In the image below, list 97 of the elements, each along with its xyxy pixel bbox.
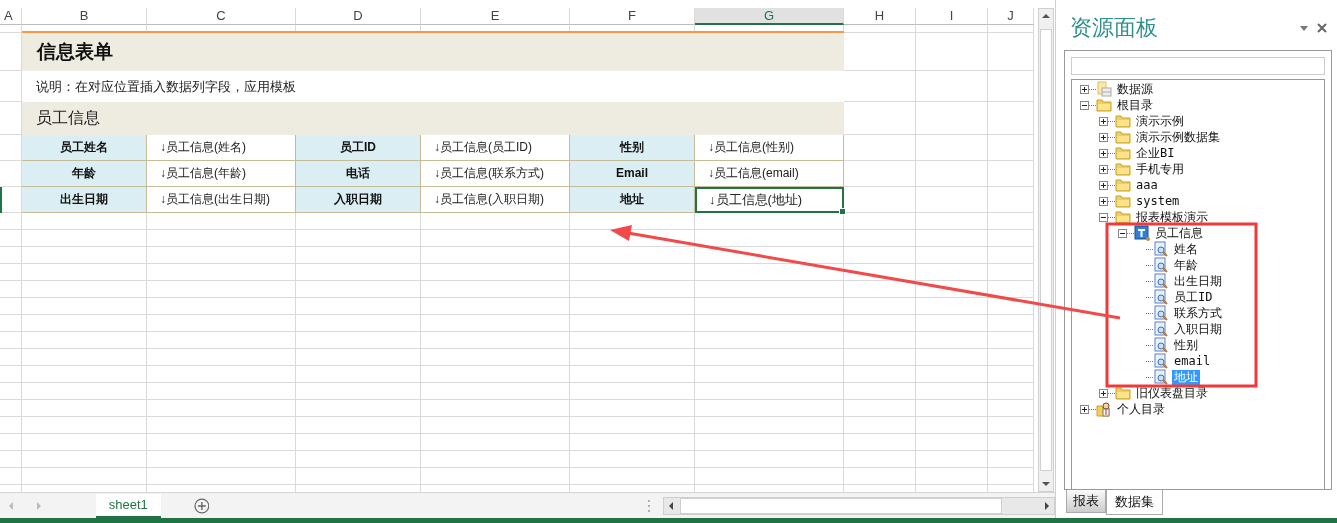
tree-item[interactable]: aaa: [1134, 177, 1160, 193]
folder-icon: [1096, 98, 1112, 112]
field-icon: [1153, 241, 1169, 257]
tree-item[interactable]: 个人目录: [1115, 401, 1167, 417]
horizontal-scrollbar[interactable]: [663, 496, 1055, 515]
column-header[interactable]: H: [844, 8, 916, 25]
tree-item[interactable]: system: [1134, 193, 1182, 209]
expander-icon[interactable]: [1099, 180, 1108, 190]
add-sheet-icon[interactable]: [193, 497, 210, 514]
field-label: 性别: [570, 135, 695, 161]
tree-item[interactable]: 员工ID: [1172, 289, 1215, 305]
panel-tab[interactable]: 报表: [1066, 490, 1106, 513]
field-label: 入职日期: [296, 187, 421, 213]
expander-icon[interactable]: [1099, 212, 1108, 222]
expander-icon[interactable]: [1099, 164, 1108, 174]
expander-icon[interactable]: [1099, 388, 1108, 398]
tree-item[interactable]: 根目录: [1115, 97, 1155, 113]
field-icon: [1153, 321, 1169, 337]
folder-icon: [1115, 386, 1131, 400]
tree-item[interactable]: 姓名: [1172, 241, 1200, 257]
tree-item[interactable]: 手机专用: [1134, 161, 1186, 177]
folder-icon: [1115, 162, 1131, 176]
tree-item[interactable]: 年龄: [1172, 257, 1200, 273]
tree-item[interactable]: 入职日期: [1172, 321, 1224, 337]
expander-icon[interactable]: [1099, 148, 1108, 158]
column-header[interactable]: E: [421, 8, 570, 25]
tree-item[interactable]: 性别: [1172, 337, 1200, 353]
field-icon: [1153, 337, 1169, 353]
expander-icon[interactable]: [1099, 196, 1108, 206]
expander-icon[interactable]: [1099, 132, 1108, 142]
field-value-cell[interactable]: ↓员工信息(出生日期): [147, 187, 296, 213]
field-value-cell[interactable]: ↓员工信息(联系方式): [421, 161, 570, 187]
tree-item[interactable]: 员工信息: [1153, 225, 1205, 241]
tree-item[interactable]: 演示示例数据集: [1134, 129, 1222, 145]
expander-icon[interactable]: [1118, 228, 1127, 238]
tree-item[interactable]: 联系方式: [1172, 305, 1224, 321]
field-value-cell[interactable]: ↓员工信息(姓名): [147, 135, 296, 161]
column-header[interactable]: F: [570, 8, 695, 25]
close-icon[interactable]: [1317, 23, 1327, 33]
field-label: 员工ID: [296, 135, 421, 161]
scroll-thumb[interactable]: [680, 497, 1003, 514]
field-label: Email: [570, 161, 695, 187]
tree-item[interactable]: 数据源: [1115, 81, 1155, 97]
expander-icon[interactable]: [1080, 84, 1089, 94]
folder-icon: [1115, 194, 1131, 208]
sheet-tab[interactable]: sheet1: [95, 493, 161, 518]
folder-icon: [1115, 210, 1131, 224]
fill-handle[interactable]: [839, 208, 846, 215]
field-label: 年龄: [22, 161, 147, 187]
form-description: 说明：在对应位置插入数据列字段，应用模板: [22, 71, 844, 102]
field-icon: [1153, 353, 1169, 369]
folder-icon: [1115, 178, 1131, 192]
panel-tab[interactable]: 数据集: [1106, 490, 1163, 515]
row-indicator: [0, 187, 2, 213]
column-header[interactable]: D: [296, 8, 421, 25]
tree-item[interactable]: 企业BI: [1134, 145, 1177, 161]
field-label: 员工姓名: [22, 135, 147, 161]
field-label: 出生日期: [22, 187, 147, 213]
vertical-scrollbar[interactable]: [1038, 8, 1054, 493]
sheet-title: 信息表单: [22, 33, 844, 71]
field-label: 地址: [570, 187, 695, 213]
tree-item[interactable]: 演示示例: [1134, 113, 1186, 129]
field-value-cell[interactable]: ↓员工信息(年龄): [147, 161, 296, 187]
section-heading: 员工信息: [22, 102, 844, 135]
folder-icon: [1115, 114, 1131, 128]
expander-icon[interactable]: [1099, 116, 1108, 126]
tree-item[interactable]: 旧仪表盘目录: [1134, 385, 1210, 401]
column-header[interactable]: G: [695, 8, 844, 25]
field-value-cell[interactable]: ↓员工信息(地址): [695, 187, 844, 213]
table-icon: [1134, 225, 1150, 241]
expander-icon[interactable]: [1080, 404, 1089, 414]
field-label: 电话: [296, 161, 421, 187]
folder-icon: [1115, 146, 1131, 160]
scroll-thumb[interactable]: [1040, 29, 1052, 471]
column-header[interactable]: A: [0, 8, 22, 25]
column-header[interactable]: C: [147, 8, 296, 25]
field-value-cell[interactable]: ↓员工信息(员工ID): [421, 135, 570, 161]
column-header[interactable]: J: [988, 8, 1034, 25]
column-header[interactable]: I: [916, 8, 988, 25]
tree-item[interactable]: 出生日期: [1172, 273, 1224, 289]
field-icon: [1153, 369, 1169, 385]
search-field[interactable]: [1071, 57, 1325, 75]
expander-icon[interactable]: [1080, 100, 1089, 110]
datasource-icon: [1096, 81, 1112, 97]
tree-item[interactable]: 报表模板演示: [1134, 209, 1210, 225]
field-value-cell[interactable]: ↓员工信息(email): [695, 161, 844, 187]
field-icon: [1153, 257, 1169, 273]
field-value-cell[interactable]: ↓员工信息(入职日期): [421, 187, 570, 213]
panel-title: 资源面板: [1070, 14, 1159, 42]
field-value-cell[interactable]: ↓员工信息(性别): [695, 135, 844, 161]
field-icon: [1153, 305, 1169, 321]
dropdown-icon[interactable]: [1299, 24, 1309, 32]
tree-item[interactable]: email: [1172, 353, 1213, 369]
field-icon: [1153, 289, 1169, 305]
field-icon: [1153, 273, 1169, 289]
folder-icon: [1115, 130, 1131, 144]
column-header[interactable]: B: [22, 8, 147, 25]
